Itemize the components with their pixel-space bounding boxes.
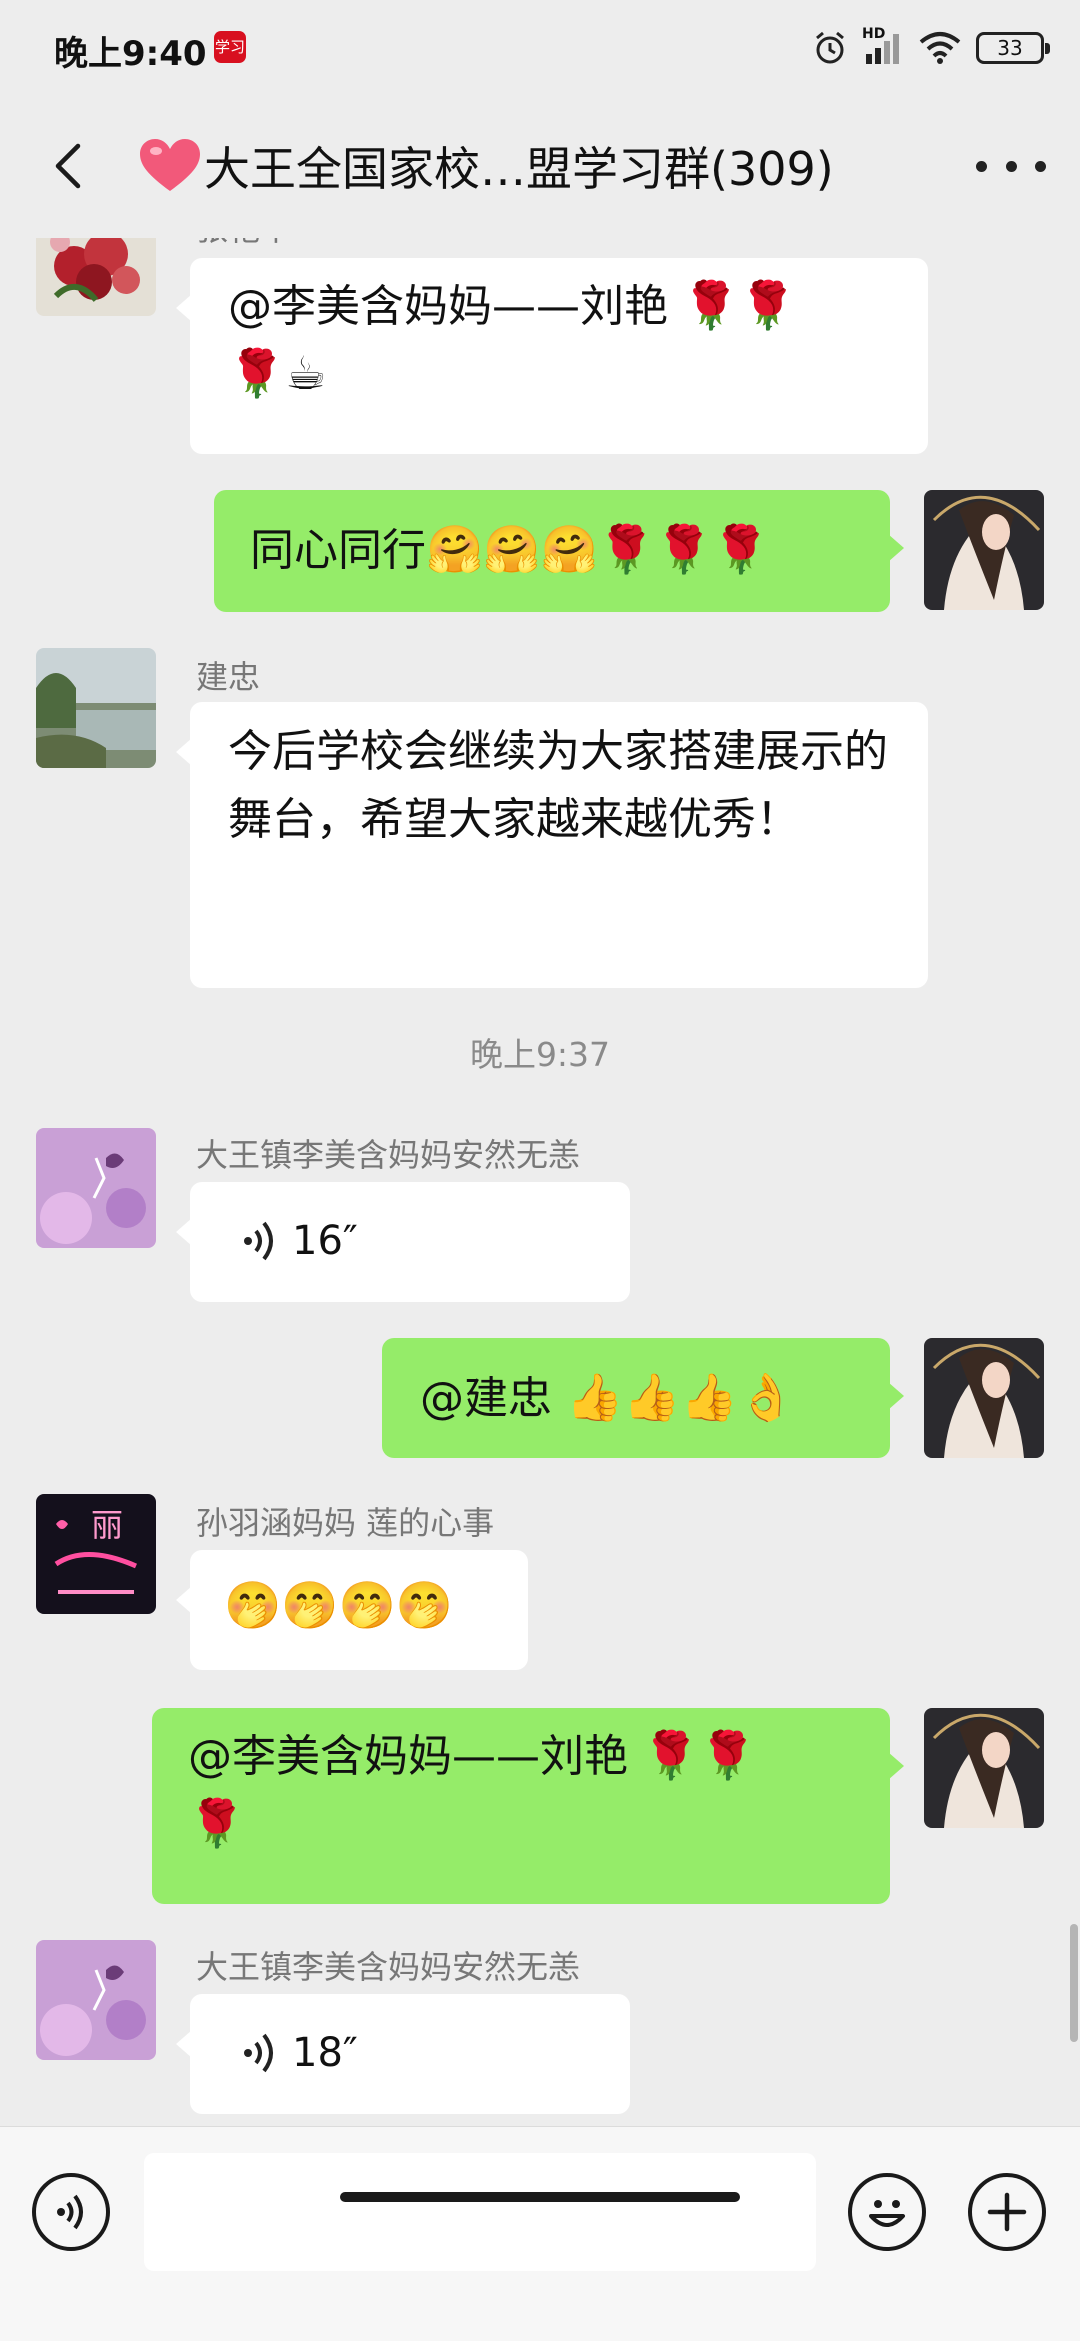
emoji-button[interactable] [848,2173,926,2251]
chat-header: 大王全国家校…盟学习群(309) [0,96,1080,238]
message-text: @李美含妈妈——刘艳 [228,281,668,332]
message-text: @建忠 [420,1373,552,1424]
add-button[interactable] [968,2173,1046,2251]
message-bubble-outgoing[interactable]: 同心同行🤗🤗🤗🌹🌹🌹 [214,490,904,612]
status-icons: HD 33 [812,26,1050,70]
voice-message[interactable]: 16″ [176,1182,630,1302]
message-bubble[interactable]: @李美含妈妈——刘艳 🌹🌹 🌹☕ [176,258,928,454]
rose-emoji: 🌹🌹 [642,1728,757,1782]
message-bubble[interactable]: 🤭🤭🤭🤭 [176,1550,528,1670]
thumbs-up-emoji: 👍👍👍👌 [566,1370,796,1424]
chat-title-text: 大王全国家校…盟学习群(309) [204,142,834,196]
battery-icon: 33 [976,32,1050,64]
timestamp: 晚上9:37 [469,1035,611,1074]
network-label: HD [862,26,886,42]
message-text: 今后学校会继续为大家搭建展示的舞台，希望大家越来越优秀！ [228,726,888,845]
sender-name: 大王镇李美含妈妈安然无恙 [196,1948,581,1986]
wifi-icon [919,32,961,64]
emoji-icon [869,2200,905,2227]
voice-icon [244,1221,273,1261]
input-bar [0,2126,1080,2341]
message-bubble-outgoing[interactable]: @李美含妈妈——刘艳 🌹🌹 🌹 [152,1708,904,1904]
sender-name: 张艳平 [196,238,292,250]
message-list[interactable]: 张艳平 @李美含妈妈——刘艳 🌹🌹 🌹☕ 同心同行🤗🤗🤗🌹🌹🌹 建忠 今后学校会… [0,238,1080,2126]
face-hand-emoji: 🤭🤭🤭🤭 [224,1578,454,1632]
avatar-self[interactable] [924,1338,1044,1458]
hug-rose-emoji: 🤗🤗🤗🌹🌹🌹 [426,522,770,576]
signal-icon: HD [862,26,904,66]
status-bar: 晚上9:40 学习 HD 33 [0,0,1080,96]
avatar-neon[interactable]: 丽 [36,1494,156,1614]
message-text: 同心同行 [250,525,426,576]
chat-title[interactable]: 大王全国家校…盟学习群(309) [138,136,928,196]
message-input[interactable] [144,2153,816,2271]
rose-emoji: 🌹🌹 [682,278,797,332]
rose-emoji: 🌹 [188,1796,246,1850]
voice-duration: 16″ [292,1218,358,1264]
rose-coffee-emoji: 🌹☕ [228,346,327,400]
app-notification-icon: 学习 [214,31,246,63]
status-time: 晚上9:40 [54,34,207,74]
alarm-icon [816,31,844,64]
voice-duration: 18″ [292,2030,358,2076]
more-icon[interactable] [976,144,1046,188]
voice-icon [57,2194,83,2230]
avatar-flowers[interactable] [36,238,156,316]
voice-icon [244,2033,273,2073]
avatar-butterfly[interactable] [36,1940,156,2060]
avatar-neon-text: 丽 [91,1506,123,1544]
avatar-butterfly[interactable] [36,1128,156,1248]
heart-icon [140,139,200,191]
avatar-self[interactable] [924,490,1044,610]
avatar-lake[interactable] [36,648,156,768]
voice-message[interactable]: 18″ [176,1994,630,2114]
sender-name: 大王镇李美含妈妈安然无恙 [196,1136,581,1174]
sender-name: 建忠 [196,658,261,696]
message-bubble-outgoing[interactable]: @建忠 👍👍👍👌 [382,1338,904,1458]
scrollbar[interactable] [1070,1924,1078,2042]
back-icon[interactable] [40,136,100,196]
voice-input-button[interactable] [32,2173,110,2251]
message-text: @李美含妈妈——刘艳 [188,1731,628,1782]
add-icon [987,2192,1027,2232]
home-indicator[interactable] [340,2192,740,2202]
message-bubble[interactable]: 今后学校会继续为大家搭建展示的舞台，希望大家越来越优秀！ [176,702,928,988]
avatar-self[interactable] [924,1708,1044,1828]
sender-name: 孙羽涵妈妈 莲的心事 [196,1504,495,1542]
